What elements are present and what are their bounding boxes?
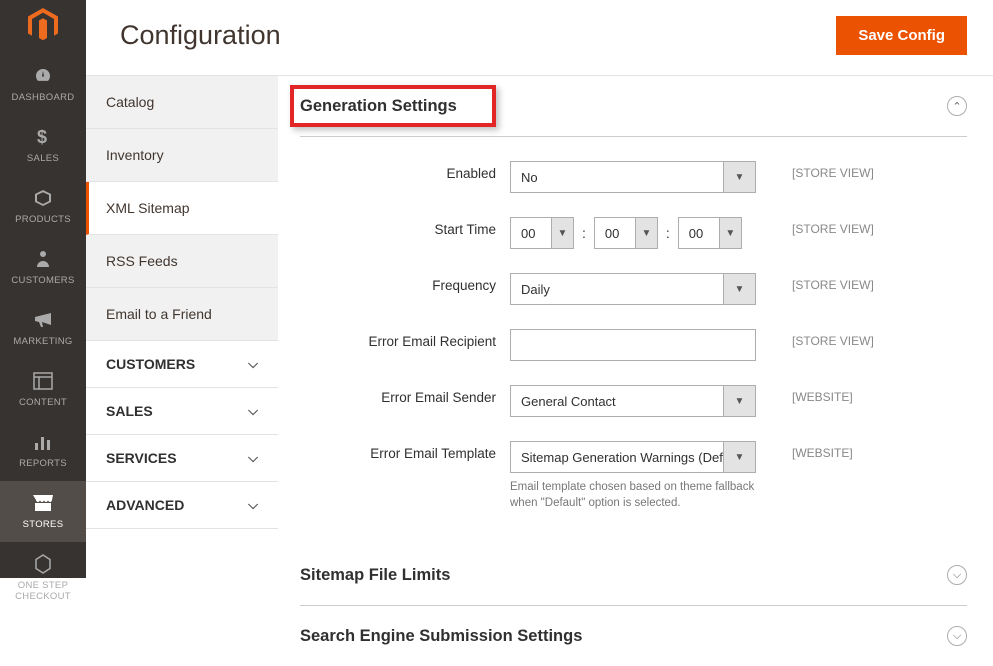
chevron-down-icon: ▼	[723, 162, 755, 192]
magento-logo[interactable]	[23, 8, 63, 42]
chevron-down-icon: ▼	[551, 218, 573, 248]
box-icon	[31, 186, 55, 210]
group-sales[interactable]: SALES⌵	[86, 388, 278, 435]
hex-icon	[31, 552, 55, 576]
chevron-down-icon: ▼	[723, 442, 755, 472]
nav-stores[interactable]: STORES	[0, 481, 86, 542]
section-search-engine[interactable]: Search Engine Submission Settings ⌵	[300, 606, 967, 666]
chevron-down-icon: ⌵	[248, 450, 258, 466]
save-config-button[interactable]: Save Config	[836, 16, 967, 55]
chevron-down-icon: ▼	[635, 218, 657, 248]
nav-content[interactable]: CONTENT	[0, 359, 86, 420]
megaphone-icon	[31, 308, 55, 332]
layout-icon	[31, 369, 55, 393]
select-error-sender[interactable]: General Contact ▼	[510, 385, 756, 417]
label-template: Error Email Template	[300, 441, 510, 461]
scope-label: [WEBSITE]	[792, 385, 853, 404]
collapse-icon: ⌃	[947, 96, 967, 116]
nav-dashboard[interactable]: DASHBOARD	[0, 54, 86, 115]
person-icon	[31, 247, 55, 271]
label-start-time: Start Time	[300, 217, 510, 237]
dollar-icon: $	[31, 125, 55, 149]
nav-reports[interactable]: REPORTS	[0, 420, 86, 481]
chevron-down-icon: ▼	[723, 274, 755, 304]
scope-label: [WEBSITE]	[792, 441, 853, 460]
nav-products[interactable]: PRODUCTS	[0, 176, 86, 237]
group-services[interactable]: SERVICES⌵	[86, 435, 278, 482]
label-recipient: Error Email Recipient	[300, 329, 510, 349]
expand-icon: ⌵	[947, 626, 967, 646]
label-frequency: Frequency	[300, 273, 510, 293]
nav-onestep[interactable]: ONE STEP CHECKOUT	[0, 542, 86, 615]
select-start-second[interactable]: 00 ▼	[678, 217, 742, 249]
group-advanced[interactable]: ADVANCED⌵	[86, 482, 278, 529]
select-start-hour[interactable]: 00 ▼	[510, 217, 574, 249]
storefront-icon	[31, 491, 55, 515]
input-error-recipient[interactable]	[510, 329, 756, 361]
section-generation-settings[interactable]: Generation Settings ⌃	[300, 76, 967, 137]
section-sitemap-limits[interactable]: Sitemap File Limits ⌵	[300, 545, 967, 606]
tab-inventory[interactable]: Inventory	[86, 129, 278, 182]
tab-rss-feeds[interactable]: RSS Feeds	[86, 235, 278, 288]
tab-email-friend[interactable]: Email to a Friend	[86, 288, 278, 341]
time-separator: :	[574, 225, 594, 241]
select-error-template[interactable]: Sitemap Generation Warnings (Def ▼	[510, 441, 756, 473]
time-separator: :	[658, 225, 678, 241]
label-enabled: Enabled	[300, 161, 510, 181]
chevron-down-icon: ⌵	[248, 356, 258, 372]
chevron-down-icon: ▼	[719, 218, 741, 248]
tab-catalog[interactable]: Catalog	[86, 76, 278, 129]
chevron-down-icon: ⌵	[248, 403, 258, 419]
group-customers[interactable]: CUSTOMERS⌵	[86, 341, 278, 388]
select-frequency[interactable]: Daily ▼	[510, 273, 756, 305]
scope-label: [STORE VIEW]	[792, 273, 874, 292]
nav-marketing[interactable]: MARKETING	[0, 298, 86, 359]
nav-sales[interactable]: $ SALES	[0, 115, 86, 176]
chevron-down-icon: ▼	[723, 386, 755, 416]
scope-label: [STORE VIEW]	[792, 161, 874, 180]
scope-label: [STORE VIEW]	[792, 329, 874, 348]
chevron-down-icon: ⌵	[248, 497, 258, 513]
admin-sidebar: DASHBOARD $ SALES PRODUCTS CUSTOMERS MAR…	[0, 0, 86, 578]
template-note: Email template chosen based on theme fal…	[510, 479, 756, 511]
bars-icon	[31, 430, 55, 454]
page-title: Configuration	[120, 20, 281, 51]
nav-customers[interactable]: CUSTOMERS	[0, 237, 86, 298]
select-start-minute[interactable]: 00 ▼	[594, 217, 658, 249]
dashboard-icon	[31, 64, 55, 88]
expand-icon: ⌵	[947, 565, 967, 585]
page-header: Configuration Save Config	[86, 0, 993, 75]
tab-xml-sitemap[interactable]: XML Sitemap	[86, 182, 278, 235]
svg-text:$: $	[37, 127, 47, 147]
label-sender: Error Email Sender	[300, 385, 510, 405]
scope-label: [STORE VIEW]	[792, 217, 874, 236]
select-enabled[interactable]: No ▼	[510, 161, 756, 193]
